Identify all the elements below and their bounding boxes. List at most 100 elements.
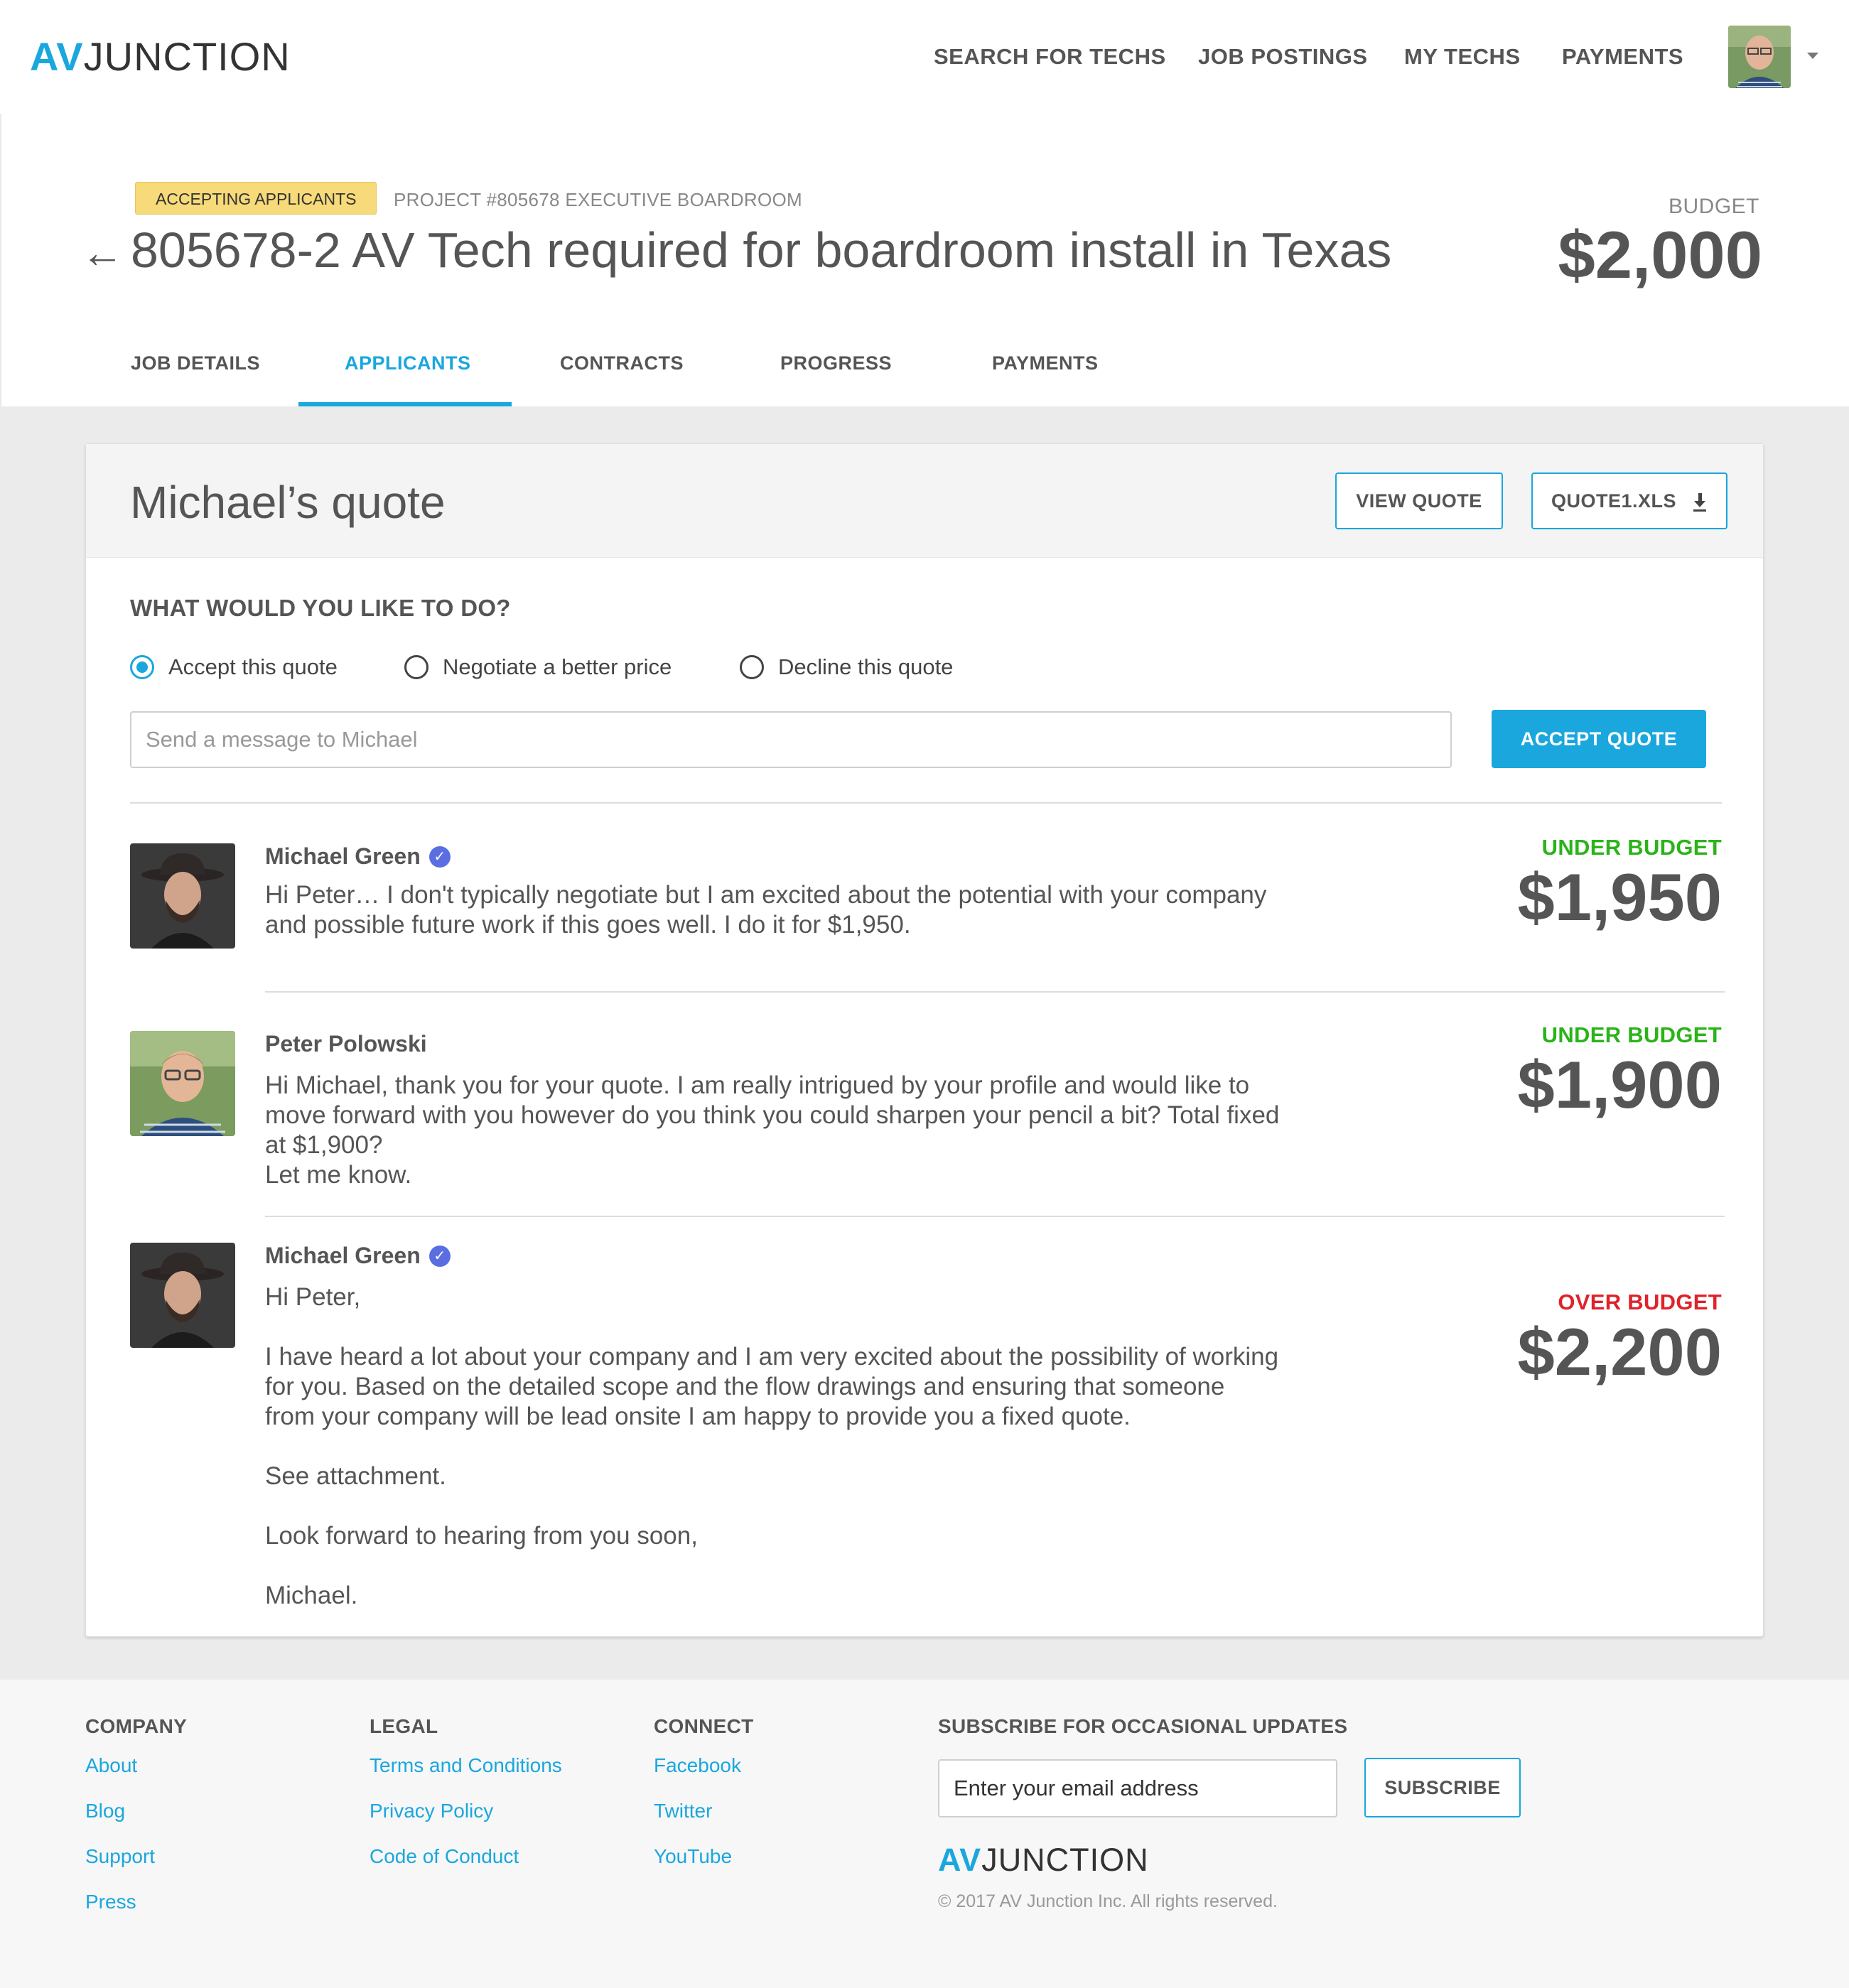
tab-job-details[interactable]: JOB DETAILS [131,352,260,374]
logo-junction: JUNCTION [83,34,291,79]
download-quote-label: QUOTE1.XLS [1551,490,1677,512]
footer: COMPANY About Blog Support Press LEGAL T… [0,1680,1849,1988]
tab-applicants[interactable]: APPLICANTS [345,352,471,374]
view-quote-button[interactable]: VIEW QUOTE [1335,472,1503,529]
nav-payments[interactable]: PAYMENTS [1562,44,1683,70]
email-field[interactable] [938,1759,1337,1817]
negotiate-radio[interactable] [404,655,428,679]
message-line: at $1,900? [265,1131,383,1159]
message-body: Hi Michael, thank you for your quote. I … [265,1071,1473,1190]
footer-heading: COMPANY [85,1715,188,1737]
message-line [265,1551,1473,1581]
quote-amount: $2,200 [1517,1314,1722,1389]
budget-status: UNDER BUDGET [1541,1022,1722,1047]
job-tabs: JOB DETAILS APPLICANTS CONTRACTS PROGRES… [0,331,1849,406]
logo-av: AV [30,34,84,79]
accept-radio-label: Accept this quote [168,654,338,679]
message-line: Hi Michael, thank you for your quote. I … [265,1071,1250,1099]
nav-search-for-techs[interactable]: SEARCH FOR TECHS [934,44,1166,70]
nav-search-for-techs-wrap: SEARCH FOR TECHS [934,44,1166,70]
accept-quote-button[interactable]: ACCEPT QUOTE [1492,710,1706,768]
status-badge: ACCEPTING APPLICANTS [135,182,377,215]
footer-link-terms[interactable]: Terms and Conditions [370,1754,562,1778]
accept-radio[interactable] [130,655,154,679]
footer-company: COMPANY About Blog Support Press [85,1715,187,1935]
subscribe-button[interactable]: SUBSCRIBE [1364,1758,1521,1817]
footer-legal: LEGAL Terms and Conditions Privacy Polic… [370,1715,562,1890]
action-question: WHAT WOULD YOU LIKE TO DO? [130,595,511,621]
message-line: Let me know. [265,1161,412,1189]
sender-name: Michael Green ✓ [265,843,451,870]
message-item: Peter Polowski Hi Michael, thank you for… [130,1022,1722,1216]
logo-av: AV [938,1842,982,1878]
copyright: © 2017 AV Junction Inc. All rights reser… [938,1891,1278,1911]
option-negotiate[interactable]: Negotiate a better price [404,654,672,680]
nav-payments-wrap: PAYMENTS [1562,44,1683,70]
avatar [130,1243,235,1348]
message-line: and possible future work if this goes we… [265,911,911,939]
message-line: Look forward to hearing from you soon, [265,1522,698,1550]
message-line [265,1432,1473,1462]
top-navbar: AVJUNCTION SEARCH FOR TECHS JOB POSTINGS… [0,0,1849,114]
nav-my-techs[interactable]: MY TECHS [1404,44,1521,70]
tab-progress[interactable]: PROGRESS [780,352,892,374]
budget-status: OVER BUDGET [1558,1290,1722,1314]
divider [265,1216,1725,1217]
tab-contracts[interactable]: CONTRACTS [560,352,684,374]
quote-title: Michael’s quote [130,477,446,528]
user-avatar[interactable] [1728,26,1791,88]
michael-photo-icon [130,843,235,949]
nav-job-postings[interactable]: JOB POSTINGS [1198,44,1368,70]
avatar [130,843,235,949]
negotiate-radio-label: Negotiate a better price [443,654,672,679]
quote-amount: $1,950 [1517,860,1722,934]
nav-job-postings-wrap: JOB POSTINGS [1198,44,1368,70]
message-line [265,1491,1473,1521]
message-input[interactable] [130,711,1452,768]
nav-my-techs-wrap: MY TECHS [1404,44,1521,70]
footer-link-conduct[interactable]: Code of Conduct [370,1844,562,1869]
message-body: Hi Peter, I have heard a lot about your … [265,1282,1473,1611]
footer-link-twitter[interactable]: Twitter [654,1799,754,1823]
message-item: Michael Green ✓ Hi Peter… I don't typica… [130,835,1722,985]
view-quote-label: VIEW QUOTE [1356,490,1482,512]
michael-photo-icon [130,1243,235,1348]
quote-amount: $1,900 [1517,1047,1722,1122]
footer-link-press[interactable]: Press [85,1890,187,1914]
sender-name-text: Michael Green [265,843,421,869]
quote-card-header: Michael’s quote VIEW QUOTE QUOTE1.XLS [86,444,1763,558]
message-body: Hi Peter… I don't typically negotiate bu… [265,880,1473,940]
footer-link-about[interactable]: About [85,1754,187,1778]
option-decline[interactable]: Decline this quote [740,654,953,680]
page-title: 805678-2 AV Tech required for boardroom … [131,222,1392,278]
message-item: Michael Green ✓ Hi Peter, I have heard a… [130,1243,1722,1612]
footer-link-privacy[interactable]: Privacy Policy [370,1799,562,1823]
subscribe-label: SUBSCRIBE [1384,1777,1501,1798]
avjunction-logo[interactable]: AVJUNCTION [30,34,291,80]
download-quote-button[interactable]: QUOTE1.XLS [1531,472,1727,529]
avatar [130,1031,235,1136]
footer-link-support[interactable]: Support [85,1844,187,1869]
option-accept[interactable]: Accept this quote [130,654,338,680]
project-reference: PROJECT #805678 EXECUTIVE BOARDROOM [394,189,802,210]
message-line [265,1312,1473,1342]
decline-radio-label: Decline this quote [778,654,954,679]
sender-name-text: Michael Green [265,1243,421,1268]
footer-logo: AVJUNCTION [938,1842,1149,1879]
footer-subscribe: SUBSCRIBE FOR OCCASIONAL UPDATES [938,1715,1347,1754]
message-line: I have heard a lot about your company an… [265,1343,1279,1371]
budget-value: $2,000 [1558,217,1762,292]
quote-card: Michael’s quote VIEW QUOTE QUOTE1.XLS WH… [85,443,1764,1637]
logo-junction: JUNCTION [981,1842,1149,1878]
caret-down-icon[interactable] [1807,53,1818,59]
decline-radio[interactable] [740,655,764,679]
footer-connect: CONNECT Facebook Twitter YouTube [654,1715,754,1890]
budget-status: UNDER BUDGET [1541,835,1722,860]
tab-payments[interactable]: PAYMENTS [992,352,1099,374]
download-icon [1692,492,1708,512]
footer-link-facebook[interactable]: Facebook [654,1754,754,1778]
footer-heading: CONNECT [654,1715,754,1737]
footer-link-youtube[interactable]: YouTube [654,1844,754,1869]
footer-link-blog[interactable]: Blog [85,1799,187,1823]
back-arrow-icon[interactable]: ← [81,227,124,279]
